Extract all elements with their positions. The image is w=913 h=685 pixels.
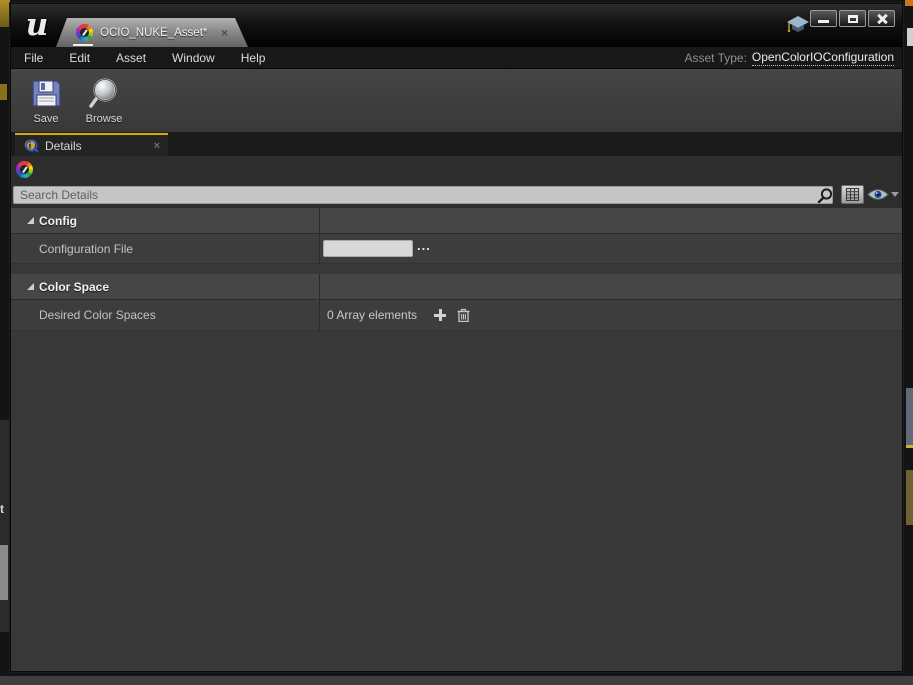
maximize-icon — [848, 15, 858, 23]
asset-icon-row — [11, 156, 902, 182]
section-header-config[interactable]: Config — [11, 208, 902, 234]
section-title: Config — [39, 213, 77, 228]
tab-details[interactable]: i Details × — [15, 133, 168, 156]
asset-type-label: Asset Type: — [684, 50, 747, 65]
menu-item-edit[interactable]: Edit — [56, 47, 103, 68]
search-icon — [817, 188, 833, 203]
plus-icon[interactable] — [434, 309, 446, 321]
column-divider[interactable] — [319, 234, 320, 263]
asset-editor-window: u OCIO_NUKE_Asset* × File Edit Asset Win… — [10, 3, 903, 672]
unreal-engine-logo-icon: u — [25, 7, 49, 43]
asset-type-link[interactable]: OpenColorIOConfiguration — [751, 50, 894, 66]
menu-item-help[interactable]: Help — [228, 47, 279, 68]
array-elements-count: 0 Array elements — [327, 308, 418, 322]
tab-active-underline — [73, 44, 93, 46]
menu-item-file[interactable]: File — [11, 47, 56, 68]
save-label: Save — [33, 113, 59, 125]
property-row-configuration-file: Configuration File ... — [11, 234, 902, 264]
file-browse-ellipsis-button[interactable]: ... — [417, 238, 431, 253]
toolbar: Save Browse — [11, 69, 902, 133]
browse-magnifier-icon — [89, 78, 117, 108]
titlebar[interactable]: u OCIO_NUKE_Asset* × — [11, 4, 902, 47]
background-window-fragment — [0, 84, 7, 100]
column-divider[interactable] — [319, 300, 320, 330]
close-button[interactable] — [868, 10, 895, 27]
menu-item-window[interactable]: Window — [159, 47, 228, 68]
expand-triangle-icon — [27, 283, 34, 290]
background-window-fragment — [0, 0, 10, 27]
browse-button[interactable]: Browse — [83, 77, 125, 125]
background-window-fragment — [906, 388, 913, 445]
ocio-color-wheel-icon — [76, 24, 93, 41]
maximize-button[interactable] — [839, 10, 866, 27]
property-name: Configuration File — [39, 241, 134, 256]
window-controls — [810, 10, 895, 27]
grid-view-button[interactable] — [841, 185, 864, 204]
background-window-fragment — [905, 0, 913, 6]
asset-tab-label: OCIO_NUKE_Asset* — [100, 26, 208, 39]
property-name: Desired Color Spaces — [39, 308, 156, 322]
section-gap — [11, 264, 902, 274]
details-tab-well: i Details × — [11, 133, 902, 156]
background-window-fragment — [906, 445, 913, 448]
close-icon[interactable]: × — [221, 27, 228, 39]
browse-label: Browse — [85, 113, 123, 125]
close-icon — [869, 11, 894, 26]
background-window-fragment — [0, 676, 913, 685]
details-info-magnifier-icon: i — [24, 139, 39, 153]
minimize-icon — [818, 20, 829, 23]
asset-document-tab[interactable]: OCIO_NUKE_Asset* × — [56, 18, 248, 47]
close-icon[interactable]: × — [154, 140, 160, 152]
background-window-fragment — [0, 420, 10, 632]
background-window-fragment — [0, 545, 8, 600]
section-title: Color Space — [39, 279, 110, 294]
section-header-color-space[interactable]: Color Space — [11, 274, 902, 300]
expand-triangle-icon — [27, 217, 34, 224]
configuration-file-field[interactable] — [323, 240, 413, 257]
background-window-fragment — [907, 28, 913, 46]
trash-icon[interactable] — [457, 308, 470, 322]
grid-view-icon — [846, 188, 859, 201]
save-button[interactable]: Save — [25, 77, 67, 125]
menu-bar: File Edit Asset Window Help Asset Type: … — [11, 47, 902, 69]
background-partial-text: t — [0, 502, 4, 516]
details-property-panel: Config Configuration File ... Color Spac… — [11, 208, 902, 669]
search-input[interactable] — [13, 186, 833, 204]
eye-visibility-button[interactable] — [867, 187, 889, 202]
details-search-row — [11, 182, 902, 208]
background-window-fragment — [906, 470, 913, 525]
column-divider[interactable] — [319, 208, 320, 233]
tutorial-graduation-cap-icon[interactable] — [786, 15, 810, 35]
asset-type-indicator: Asset Type: OpenColorIOConfiguration — [684, 47, 894, 68]
save-floppy-icon — [31, 80, 61, 107]
ocio-color-wheel-icon — [16, 160, 33, 178]
chevron-down-icon[interactable] — [891, 192, 899, 197]
property-row-desired-color-spaces: Desired Color Spaces 0 Array elements — [11, 300, 902, 331]
minimize-button[interactable] — [810, 10, 837, 27]
column-divider[interactable] — [319, 274, 320, 299]
details-tab-label: Details — [45, 138, 82, 153]
menu-item-asset[interactable]: Asset — [103, 47, 159, 68]
